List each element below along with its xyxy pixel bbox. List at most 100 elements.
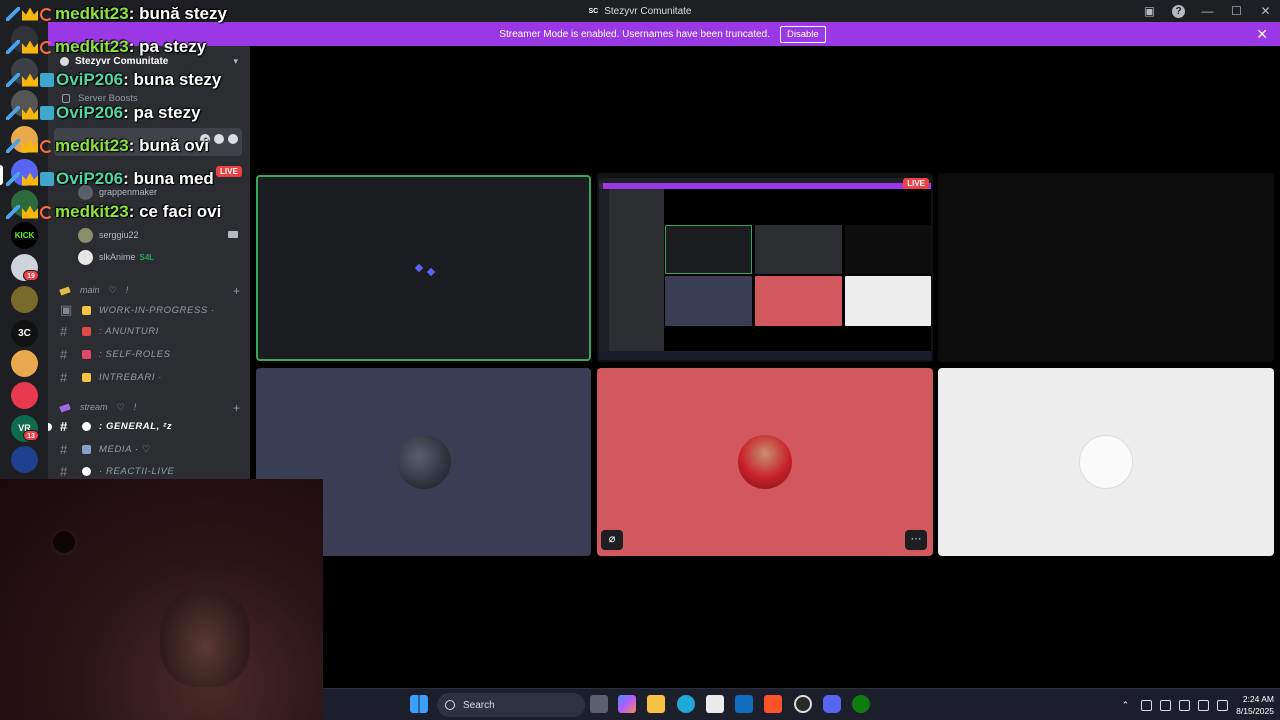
unread-indicator [48,423,52,431]
server-icon[interactable]: 3C [11,320,38,347]
minimize-button[interactable]: — [1193,4,1222,18]
user-tag: S4L [139,252,155,262]
obs-icon[interactable] [794,695,812,713]
server-header[interactable]: Stezyvr Comunitate ▾ [48,46,250,76]
category-stream[interactable]: stream ⠀♡ ⠀! + [59,401,240,415]
chat-icon[interactable] [200,134,210,144]
boosts-label: Server Boosts [78,93,138,104]
channel-anunturi[interactable]: # : ANUNTURI [60,324,159,339]
discord-icon[interactable] [823,695,841,713]
channel-reactii-live[interactable]: # · REACTII-LIVE [60,464,174,479]
task-view-icon[interactable] [590,695,608,713]
live-badge: LIVE [903,178,929,189]
windows-start-icon[interactable] [410,695,428,713]
server-icon[interactable] [11,446,38,473]
server-boosts-link[interactable]: Server Boosts [62,93,138,104]
copilot-icon[interactable] [618,695,636,713]
channel-self-roles[interactable]: # : SELF-ROLES [60,347,171,362]
channel-media[interactable]: # MEDIA · ♡ [60,442,151,457]
forum-icon: ▣ [60,302,73,317]
category-main[interactable]: main ⠀♡ ⠀! + [59,284,240,298]
camera-icon [228,231,238,238]
chevron-up-icon[interactable]: ⌃ [1122,700,1130,711]
megaphone-icon [82,327,91,336]
network-icon[interactable] [1198,699,1210,711]
taskbar-search[interactable]: Search [437,693,585,717]
clock-date: 8/15/2025 [1236,706,1274,716]
hash-icon: # [60,347,68,362]
kick-server-icon[interactable]: KICK [11,222,38,249]
category-icon [59,285,71,296]
video-tile[interactable] [938,173,1274,362]
selected-server-pip [0,165,3,185]
avatar [738,435,792,489]
avatar [78,227,93,243]
close-banner-icon[interactable]: ✕ [1256,26,1268,43]
avatar [78,184,93,200]
loading-indicator [426,267,436,277]
xbox-icon[interactable] [852,695,870,713]
add-channel-icon[interactable]: + [233,401,240,415]
screenshare-tile[interactable]: LIVE [597,173,933,362]
server-logo-icon [60,56,69,66]
camera-icon [82,445,91,454]
channel-intrebari[interactable]: # INTREBARI · [60,370,162,385]
sync-icon[interactable] [1141,699,1153,711]
banner-message: Streamer Mode is enabled. Usernames have… [499,28,771,40]
cloud-icon[interactable] [1160,699,1172,711]
server-icon[interactable] [11,382,38,409]
voice-user-name: slkAnime [99,252,136,262]
direct-messages-icon[interactable] [11,26,38,53]
category-label: stream ⠀♡ ⠀! [80,402,137,412]
video-tile[interactable] [938,368,1274,556]
close-window-button[interactable]: ✕ [1251,4,1280,18]
more-options-button[interactable]: ··· [905,530,927,550]
store-icon[interactable] [706,695,724,713]
voice-channel-row[interactable] [54,128,242,156]
loading-indicator [414,263,424,273]
channel-label: INTREBARI · [99,372,163,383]
channel-label: WORK-IN-PROGRESS · [99,304,215,316]
stop-watching-icon[interactable]: ⌀ [601,530,623,550]
disable-streamer-mode-button[interactable]: Disable [780,25,826,43]
avatar [396,435,451,489]
windows-taskbar: Search ⌃ 2:24 AM 8/15/2025 [323,688,1280,720]
server-icon[interactable] [11,190,38,217]
voice-user[interactable]: grappenmaker [78,183,157,201]
maximize-button[interactable]: ☐ [1222,4,1251,18]
server-name: Stezyvr Comunitate [75,55,169,67]
outlook-icon[interactable] [735,695,753,713]
help-icon[interactable]: ? [1172,4,1185,18]
streamer-face [160,587,250,687]
avatar [78,249,93,265]
channel-label: : GENERAL, ᶻz [99,421,173,432]
system-clock[interactable]: 2:24 AM 8/15/2025 [1236,693,1274,717]
add-user-icon[interactable] [214,134,224,144]
server-icon[interactable] [11,286,38,313]
volume-icon[interactable] [1217,699,1229,711]
hash-icon: # [60,324,68,339]
add-channel-icon[interactable]: + [233,284,240,298]
server-icon[interactable] [11,90,38,117]
video-tile[interactable]: ⌀ ··· [597,368,933,556]
screenshare-preview [599,178,931,360]
window-titlebar: SC Stezyvr Comunitate ▣ ? — ☐ ✕ [0,0,1280,22]
hash-icon: # [60,370,68,385]
server-icon[interactable] [11,126,38,153]
server-icon[interactable] [11,350,38,377]
server-icon[interactable] [11,58,38,85]
voice-user[interactable]: serggiu22 [78,226,139,244]
brave-icon[interactable] [764,695,782,713]
channel-general[interactable]: # : GENERAL, ᶻz [60,419,172,434]
boost-gem-icon [62,94,70,103]
edge-icon[interactable] [677,695,695,713]
video-tile-speaking[interactable] [256,175,591,361]
inbox-icon[interactable]: ▣ [1135,4,1164,18]
server-icon[interactable] [11,159,38,186]
microphone-icon[interactable] [1179,699,1191,711]
gear-icon[interactable] [228,134,238,144]
channel-label: : SELF-ROLES [99,349,171,360]
file-explorer-icon[interactable] [647,695,665,713]
voice-user[interactable]: slkAnime S4L [78,248,154,266]
channel-work-in-progress[interactable]: ▣ WORK-IN-PROGRESS · [60,302,215,318]
